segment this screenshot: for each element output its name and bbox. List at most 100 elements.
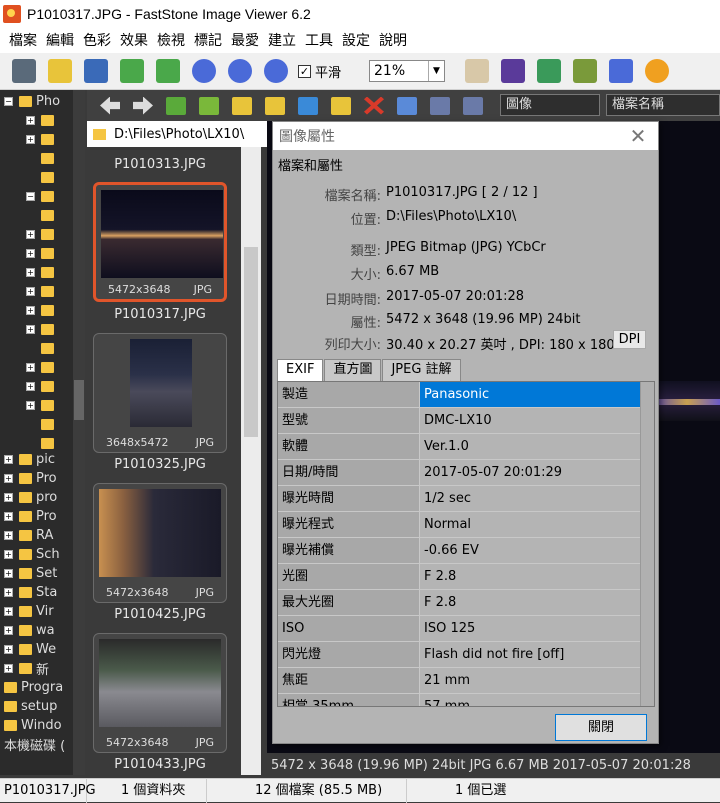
- hand-icon[interactable]: [465, 59, 490, 83]
- table-row[interactable]: 曝光時間 1/2 sec: [278, 486, 642, 512]
- expand-icon[interactable]: +: [4, 664, 13, 673]
- path-bar[interactable]: D:\Files\Photo\LX10\: [87, 121, 267, 147]
- table-row[interactable]: 曝光補償 -0.66 EV: [278, 538, 642, 564]
- exif-scrollbar[interactable]: [640, 382, 654, 706]
- delete-icon[interactable]: [364, 96, 384, 115]
- smooth-checkbox[interactable]: ✓ 平滑: [298, 62, 341, 81]
- menu-file[interactable]: 檔案: [9, 28, 37, 52]
- expand-icon[interactable]: +: [26, 268, 35, 277]
- zoom-out-icon[interactable]: [228, 59, 252, 83]
- menu-favorites[interactable]: 最愛: [231, 28, 259, 52]
- tree-item[interactable]: +: [26, 396, 58, 415]
- expand-icon[interactable]: +: [4, 569, 13, 578]
- tree-item[interactable]: +: [26, 377, 58, 396]
- table-row[interactable]: 相當 35mm 57 mm: [278, 694, 642, 706]
- expand-icon[interactable]: +: [26, 306, 35, 315]
- crop-icon[interactable]: [573, 59, 598, 83]
- table-row[interactable]: 最大光圈 F 2.8: [278, 590, 642, 616]
- list-view-icon[interactable]: [430, 96, 450, 115]
- copy-to-icon[interactable]: [298, 96, 318, 115]
- table-row[interactable]: 閃光燈 Flash did not fire [off]: [278, 642, 642, 668]
- tree-item[interactable]: Progra: [4, 678, 63, 697]
- table-row[interactable]: ISO ISO 125: [278, 616, 642, 642]
- tree-item[interactable]: +: [26, 301, 58, 320]
- dpi-button[interactable]: DPI: [613, 330, 646, 349]
- tree-item[interactable]: + 新: [4, 659, 49, 678]
- table-row[interactable]: 光圈 F 2.8: [278, 564, 642, 590]
- tree-item[interactable]: + Set: [4, 564, 57, 583]
- tree-item[interactable]: +: [26, 282, 58, 301]
- tree-item[interactable]: + wa: [4, 621, 55, 640]
- tree-item[interactable]: setup: [4, 697, 57, 716]
- expand-icon[interactable]: +: [4, 455, 13, 464]
- tree-item[interactable]: + Vir: [4, 602, 54, 621]
- tree-item[interactable]: + Pro: [4, 469, 57, 488]
- expand-icon[interactable]: +: [4, 474, 13, 483]
- tree-item[interactable]: [41, 168, 58, 187]
- tree-item[interactable]: + Pro: [4, 507, 57, 526]
- tree-item[interactable]: +: [26, 225, 58, 244]
- thumbnails-view-icon[interactable]: [397, 96, 417, 115]
- expand-icon[interactable]: +: [26, 287, 35, 296]
- forward-icon[interactable]: [133, 96, 153, 115]
- table-row[interactable]: 型號 DMC-LX10: [278, 408, 642, 434]
- menu-create[interactable]: 建立: [268, 28, 296, 52]
- expand-icon[interactable]: +: [26, 363, 35, 372]
- tree-item[interactable]: Windo: [4, 716, 62, 735]
- thumbnail-scrollbar[interactable]: [241, 147, 261, 775]
- move-to-icon[interactable]: [331, 96, 351, 115]
- tree-item[interactable]: + pic: [4, 450, 55, 469]
- tree-item[interactable]: +: [26, 358, 58, 377]
- tab-jpeg-comment[interactable]: JPEG 註解: [382, 359, 461, 381]
- thumbnail-card[interactable]: 5472x3648 JPG: [93, 633, 227, 753]
- view-filter-select[interactable]: 圖像: [500, 94, 600, 116]
- sort-select[interactable]: 檔案名稱: [606, 94, 720, 116]
- tab-exif[interactable]: EXIF: [277, 359, 324, 381]
- menu-tools[interactable]: 工具: [305, 28, 333, 52]
- tree-item[interactable]: + RA: [4, 526, 53, 545]
- tree-item[interactable]: −: [26, 187, 58, 206]
- up-folder-icon[interactable]: [166, 96, 186, 115]
- details-view-icon[interactable]: [463, 96, 483, 115]
- close-icon[interactable]: ✕: [618, 124, 658, 148]
- expand-icon[interactable]: +: [26, 230, 35, 239]
- menu-settings[interactable]: 設定: [342, 28, 370, 52]
- save-icon[interactable]: [84, 59, 108, 83]
- tree-item[interactable]: [41, 339, 58, 358]
- table-row[interactable]: 日期/時間 2017-05-07 20:01:29: [278, 460, 642, 486]
- menu-tag[interactable]: 標記: [194, 28, 222, 52]
- tree-item[interactable]: +: [26, 244, 58, 263]
- tree-item[interactable]: [41, 206, 58, 225]
- thumbnail-card[interactable]: 5472x3648 JPG: [93, 182, 227, 302]
- table-row[interactable]: 製造 Panasonic: [278, 382, 654, 408]
- tree-item[interactable]: − Pho: [4, 92, 60, 111]
- tree-item[interactable]: + Sta: [4, 583, 57, 602]
- next-icon[interactable]: [156, 59, 180, 83]
- tree-item[interactable]: [41, 149, 58, 168]
- contact-sheet-icon[interactable]: [609, 59, 634, 83]
- tree-item[interactable]: 本機磁碟 (: [4, 735, 65, 754]
- table-row[interactable]: 焦距 21 mm: [278, 668, 642, 694]
- tree-item[interactable]: +: [26, 320, 58, 339]
- zoom-select[interactable]: 21% ▼: [369, 60, 446, 82]
- tree-item[interactable]: +: [26, 263, 58, 282]
- expand-icon[interactable]: +: [26, 325, 35, 334]
- slideshow-icon[interactable]: [501, 59, 526, 83]
- favorite-folder-icon[interactable]: [232, 96, 252, 115]
- actual-size-icon[interactable]: [264, 59, 288, 83]
- menu-help[interactable]: 說明: [379, 28, 407, 52]
- expand-icon[interactable]: +: [26, 135, 35, 144]
- camera-icon[interactable]: [12, 59, 36, 83]
- tree-item[interactable]: +: [26, 130, 58, 149]
- expand-icon[interactable]: +: [4, 512, 13, 521]
- tree-item[interactable]: + pro: [4, 488, 57, 507]
- menu-color[interactable]: 色彩: [83, 28, 111, 52]
- tree-item[interactable]: + Sch: [4, 545, 60, 564]
- expand-icon[interactable]: +: [26, 382, 35, 391]
- expand-icon[interactable]: +: [4, 607, 13, 616]
- expand-icon[interactable]: +: [26, 116, 35, 125]
- open-folder-icon[interactable]: [48, 59, 72, 83]
- expand-icon[interactable]: +: [4, 645, 13, 654]
- collapse-icon[interactable]: −: [26, 192, 35, 201]
- smiley-icon[interactable]: [645, 59, 670, 83]
